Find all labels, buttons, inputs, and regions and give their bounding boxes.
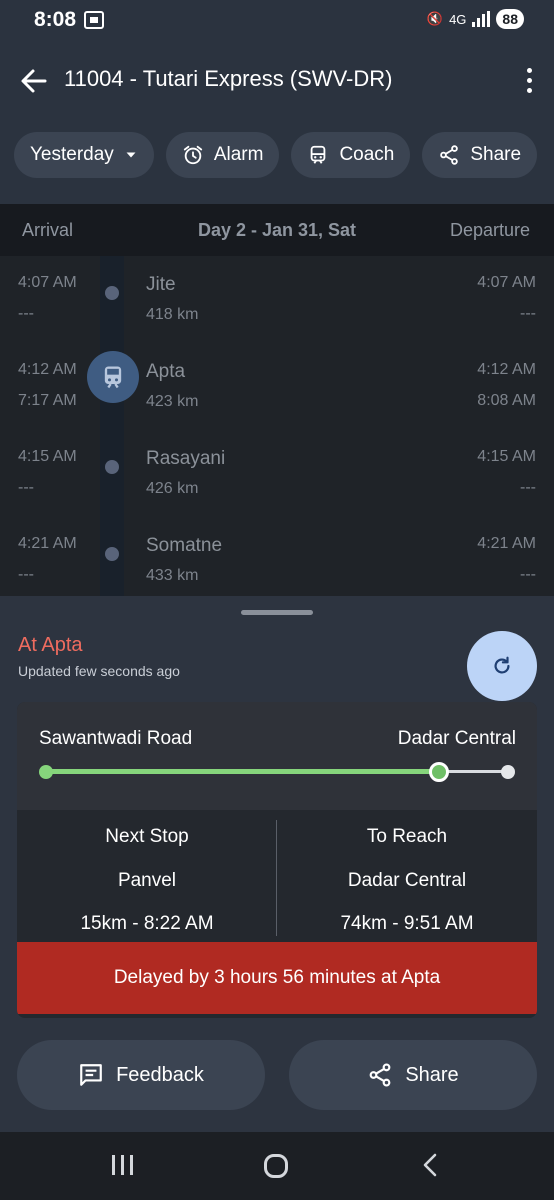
day-header: Arrival Day 2 - Jan 31, Sat Departure <box>0 204 554 256</box>
chip-label: Coach <box>339 144 395 165</box>
scheduled-arrival: 4:07 AM <box>18 274 77 291</box>
next-stop-info: 15km - 8:22 AM <box>80 913 214 934</box>
last-updated: Updated few seconds ago <box>18 663 180 679</box>
station-distance: 426 km <box>146 480 199 497</box>
coach-chip[interactable]: Coach <box>291 132 411 178</box>
current-location: At Apta <box>18 634 83 656</box>
status-icons: 🔇 4G 88 <box>427 9 524 29</box>
status-bar: 8:08 🔇 4G 88 <box>0 0 554 42</box>
back-icon[interactable] <box>420 1152 440 1182</box>
share-icon <box>440 145 459 165</box>
scheduled-departure: 4:21 AM <box>477 535 536 552</box>
station-name: Rasayani <box>146 448 226 469</box>
station-name: Somatne <box>146 535 223 556</box>
station-distance: 423 km <box>146 393 199 410</box>
destination-marker <box>501 765 515 779</box>
actual-arrival: --- <box>18 305 34 322</box>
current-train-icon <box>87 351 139 403</box>
station-name: Apta <box>146 361 186 382</box>
station-dot-icon <box>105 547 119 561</box>
scheduled-departure: 4:15 AM <box>477 448 536 465</box>
scheduled-departure: 4:07 AM <box>477 274 536 291</box>
actual-departure: --- <box>520 479 536 496</box>
actual-arrival: --- <box>18 479 34 496</box>
station-row[interactable]: 4:21 AM --- Somatne 433 km 4:21 AM --- <box>0 517 554 598</box>
station-name: Jite <box>146 274 176 295</box>
actual-arrival: --- <box>18 566 34 583</box>
feedback-label: Feedback <box>116 1063 204 1086</box>
station-row[interactable]: 4:07 AM --- Jite 418 km 4:07 AM --- <box>0 256 554 343</box>
next-stop-station: Panvel <box>117 870 177 891</box>
more-options-icon[interactable] <box>527 68 532 93</box>
system-nav-bar <box>0 1132 554 1200</box>
app-bar: 11004 - Tutari Express (SWV-DR) Yesterda… <box>0 42 554 204</box>
action-chips: Yesterday Alarm Coach Share <box>14 132 538 178</box>
chevron-down-icon <box>126 152 136 158</box>
share-button[interactable]: Share <box>289 1040 537 1110</box>
home-icon[interactable] <box>264 1154 288 1178</box>
station-distance: 433 km <box>146 567 199 584</box>
station-list[interactable]: 4:07 AM --- Jite 418 km 4:07 AM --- 4:12… <box>0 256 554 598</box>
station-row[interactable]: 4:12 AM 7:17 AM Apta 423 km 4:12 AM 8:08… <box>0 343 554 430</box>
feedback-icon <box>80 1064 102 1086</box>
progress-fill <box>46 769 439 774</box>
network-label: 4G <box>449 11 467 27</box>
scheduled-arrival: 4:12 AM <box>18 361 77 378</box>
to-reach-info: 74km - 9:51 AM <box>340 913 474 934</box>
status-time: 8:08 <box>34 8 77 31</box>
chip-label: Share <box>470 144 522 165</box>
stop-info: Next Stop Panvel 15km - 8:22 AM To Reach… <box>17 810 537 942</box>
live-status-sheet: At Apta Updated few seconds ago Sawantwa… <box>0 596 554 1132</box>
scheduled-arrival: 4:21 AM <box>18 535 77 552</box>
station-dot-icon <box>105 460 119 474</box>
page-title: 11004 - Tutari Express (SWV-DR) <box>64 66 393 91</box>
train-icon <box>311 145 326 164</box>
actual-departure: --- <box>520 305 536 322</box>
to-reach-label: To Reach <box>366 826 448 847</box>
origin-station: Sawantwadi Road <box>39 728 193 749</box>
back-arrow-icon[interactable] <box>18 66 48 96</box>
refresh-button[interactable] <box>467 631 537 701</box>
battery-icon: 88 <box>496 9 524 29</box>
next-stop-label: Next Stop <box>105 826 189 847</box>
mute-icon: 🔇 <box>426 11 444 26</box>
scheduled-departure: 4:12 AM <box>477 361 536 378</box>
actual-departure: --- <box>520 566 536 583</box>
scheduled-arrival: 4:15 AM <box>18 448 77 465</box>
station-distance: 418 km <box>146 306 199 323</box>
share-icon <box>369 1063 391 1087</box>
station-dot-icon <box>105 286 119 300</box>
date-select-chip[interactable]: Yesterday <box>14 132 154 178</box>
delay-banner: Delayed by 3 hours 56 minutes at Apta <box>17 942 537 1014</box>
chip-label: Alarm <box>213 144 264 165</box>
alarm-icon <box>183 145 202 165</box>
current-position-marker <box>429 762 449 782</box>
station-row[interactable]: 4:15 AM --- Rasayani 426 km 4:15 AM --- <box>0 430 554 517</box>
share-chip[interactable]: Share <box>422 132 538 178</box>
actual-arrival: 7:17 AM <box>18 392 77 409</box>
origin-marker <box>39 765 53 779</box>
alarm-chip[interactable]: Alarm <box>165 132 280 178</box>
destination-station: Dadar Central <box>397 728 516 749</box>
feedback-button[interactable]: Feedback <box>17 1040 265 1110</box>
share-label: Share <box>405 1063 459 1086</box>
refresh-icon <box>494 656 510 674</box>
chip-label: Yesterday <box>30 144 114 165</box>
screen-record-icon <box>84 11 104 29</box>
journey-card: Sawantwadi Road Dadar Central Next Stop … <box>17 702 537 1018</box>
to-reach-column: To Reach Dadar Central 74km - 9:51 AM <box>277 810 537 942</box>
next-stop-column: Next Stop Panvel 15km - 8:22 AM <box>17 810 277 942</box>
recent-apps-icon[interactable] <box>112 1155 133 1175</box>
signal-icon <box>472 11 491 27</box>
actual-departure: 8:08 AM <box>477 392 536 409</box>
to-reach-station: Dadar Central <box>347 870 467 891</box>
drag-handle[interactable] <box>241 610 313 615</box>
route-progress: Sawantwadi Road Dadar Central <box>17 702 537 810</box>
departure-column-header: Departure <box>449 220 530 240</box>
